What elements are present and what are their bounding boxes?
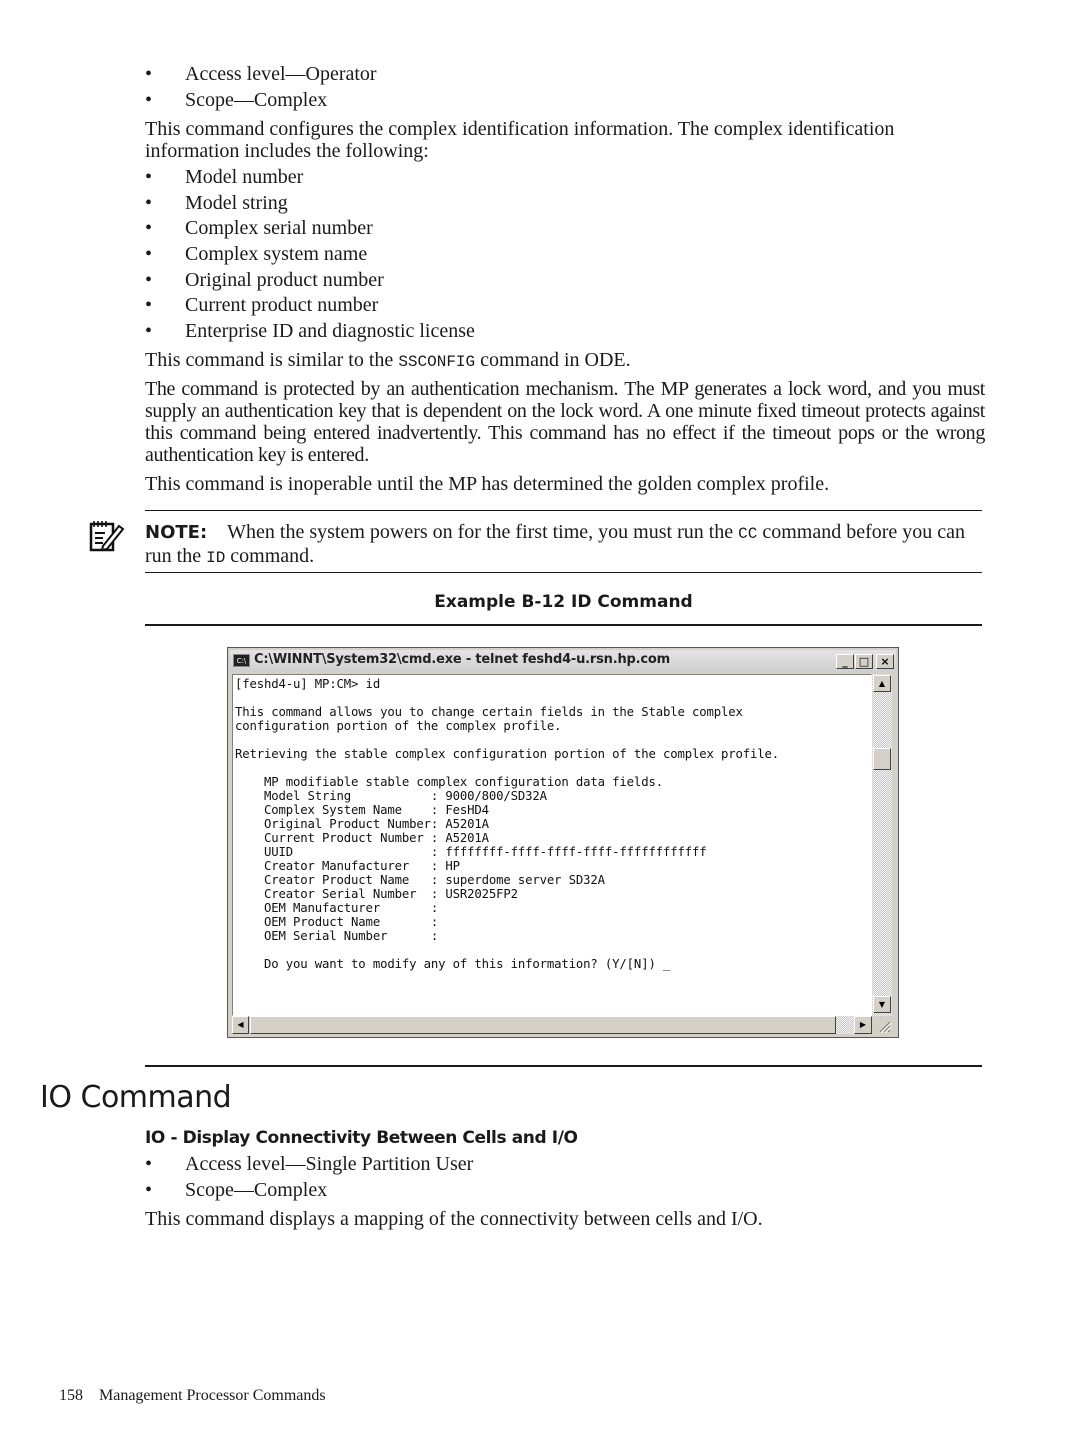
example-bottom-rule [145,1065,982,1067]
list-item: • Access level—Operator [145,63,377,89]
code-ssconfig: SSCONFIG [398,353,476,371]
bullet-text: Current product number [185,294,379,317]
list-item: • Scope—Complex [145,1179,473,1205]
list-item: • Scope—Complex [145,89,377,115]
io-description: This command displays a mapping of the c… [145,1208,763,1230]
note-top-rule [145,510,982,511]
scroll-track [836,1016,854,1034]
list-item: • Enterprise ID and diagnostic license [145,320,475,346]
page-number: 158 [59,1387,83,1404]
console-output[interactable]: [feshd4-u] MP:CM> id This command allows… [232,674,872,1016]
bullet: • [145,191,153,214]
bullet-text: Model number [185,166,304,188]
list-item: • Original product number [145,269,475,295]
text: This command is similar to the [145,349,399,371]
intro-paragraph: This command configures the complex iden… [145,118,895,162]
resize-grip-icon[interactable] [874,1018,892,1034]
scroll-up-button[interactable]: ▲ [873,675,891,692]
list-item: • Complex serial number [145,217,475,243]
note-label: NOTE: [145,522,208,543]
bullet: • [145,268,153,291]
close-button[interactable]: × [876,654,894,669]
bullet-text: Access level—Single Partition User [185,1153,474,1175]
code-id: ID [206,549,226,567]
console-text: [feshd4-u] MP:CM> id This command allows… [235,677,780,971]
title-bar[interactable]: C:\ C:\WINNT\System32\cmd.exe - telnet f… [230,650,896,672]
text: command in ODE. [475,349,631,371]
list-item: • Current product number [145,294,475,320]
inoperable-paragraph: This command is inoperable until the MP … [145,473,830,495]
bullet-text: Complex serial number [185,217,373,240]
list-item: • Complex system name [145,243,475,269]
example-caption: Example B-12 ID Command [434,592,693,612]
note-paragraph: NOTE: When the system powers on for the … [145,521,985,569]
note-bottom-rule [145,572,982,573]
scroll-left-button[interactable]: ◀ [232,1016,249,1034]
note-pencil-icon [89,518,125,554]
info-items-list: • Model number • Model string • Complex ser… [145,166,475,346]
page-footer: 158 Management Processor Commands [59,1385,326,1407]
bullet: • [145,320,153,343]
vertical-scroll-thumb[interactable] [873,748,891,770]
bullet-text: Complex system name [185,243,368,266]
bullet: • [145,88,153,111]
section-heading: IO Command [40,1080,232,1115]
bullet-text: Scope—Complex [185,1178,328,1201]
bullet-text: Scope—Complex [185,88,328,111]
list-item: • Access level—Single Partition User [145,1153,473,1179]
vertical-scrollbar[interactable]: ▲ ▼ [872,674,892,1016]
footer-section-title: Management Processor Commands [99,1387,326,1404]
bullet-text: Original product number [185,268,384,291]
bullet: • [145,217,153,240]
maximize-button[interactable]: □ [855,654,873,669]
list-item: • Model number [145,166,475,192]
bullet-text: Access level—Operator [185,63,377,85]
bullet: • [145,63,153,85]
terminal-window: C:\ C:\WINNT\System32\cmd.exe - telnet f… [227,647,899,1038]
scroll-down-button[interactable]: ▼ [873,996,891,1013]
bullet: • [145,166,153,188]
command-subheading: IO - Display Connectivity Between Cells … [145,1128,578,1148]
list-item: • Model string [145,192,475,218]
horizontal-scrollbar[interactable]: ◀ ▶ [232,1016,872,1034]
window-title: C:\WINNT\System32\cmd.exe - telnet feshd… [254,652,670,667]
scroll-right-button[interactable]: ▶ [854,1016,872,1034]
bullet: • [145,1153,153,1175]
io-access-scope-list: • Access level—Single Partition User • Sco… [145,1153,473,1204]
example-top-rule [145,624,982,626]
bullet-text: Model string [185,191,288,214]
minimize-button[interactable]: _ [836,654,854,669]
bullet: • [145,294,153,317]
text: command. [225,545,315,567]
bullet: • [145,243,153,266]
similar-paragraph: This command is similar to the SSCONFIG … [145,349,631,373]
cmd-app-icon: C:\ [233,654,250,667]
bullet-text: Enterprise ID and diagnostic license [185,320,475,343]
text: When the system powers on for the first … [227,521,739,543]
bullet: • [145,1178,153,1201]
auth-paragraph: The command is protected by an authentic… [145,378,985,466]
access-scope-list: • Access level—Operator • Scope—Complex [145,63,377,114]
code-cc: CC [738,525,758,543]
horizontal-scroll-thumb[interactable] [250,1016,836,1034]
